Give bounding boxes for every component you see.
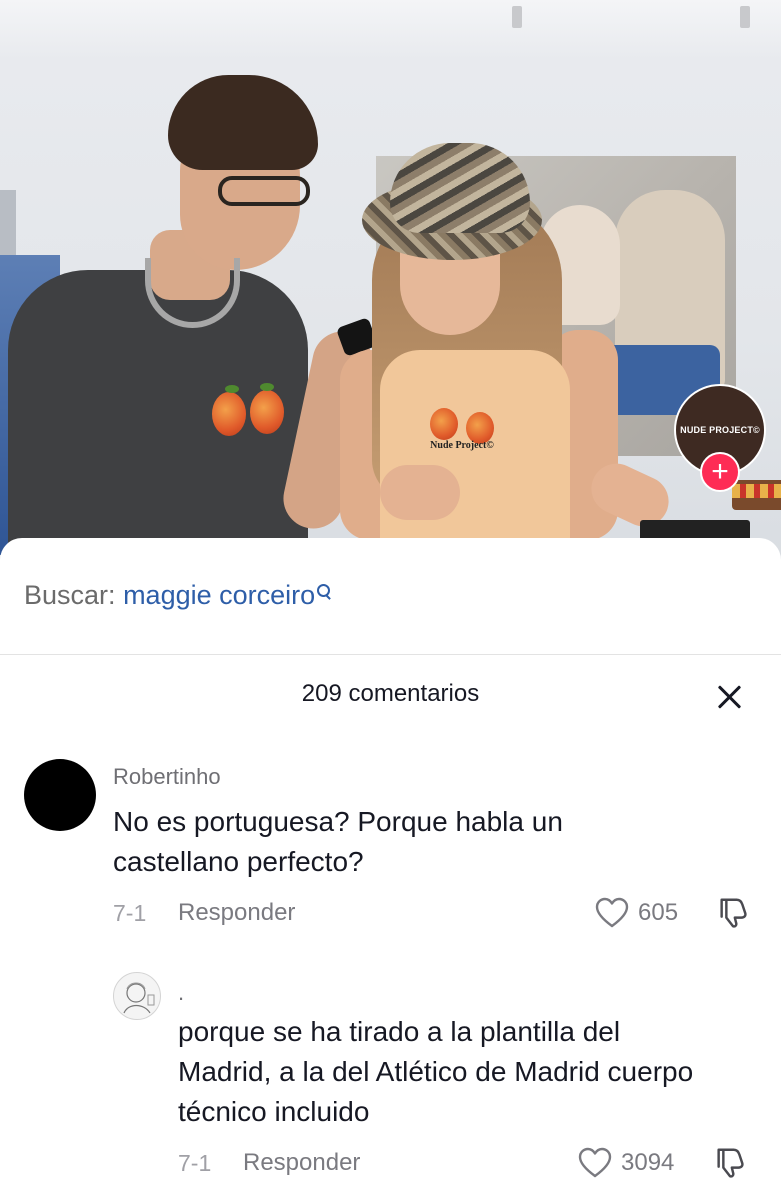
reply-button[interactable]: Responder: [243, 1149, 360, 1177]
comment-username[interactable]: Robertinho: [113, 764, 221, 790]
peach-print: [250, 390, 284, 434]
like-count: 3094: [621, 1149, 675, 1176]
person-man-hair: [168, 75, 318, 170]
thumbs-down-icon[interactable]: [712, 1146, 746, 1178]
shirt-print-text: Nude Project©: [430, 440, 494, 451]
close-icon[interactable]: [712, 680, 746, 714]
search-suggestion[interactable]: Buscar: maggie corceiro: [24, 580, 331, 611]
comment-date: 7-1: [113, 900, 147, 926]
avatar[interactable]: [113, 972, 161, 1020]
ceiling: [0, 0, 781, 60]
person-woman-hand: [380, 465, 460, 520]
peach-leaf: [260, 383, 274, 391]
follow-button[interactable]: +: [700, 452, 740, 492]
bucket-hat: [390, 143, 530, 233]
ceiling-light: [740, 6, 750, 28]
creator-name: NUDE PROJECT©: [680, 425, 760, 435]
peach-print: [430, 408, 458, 440]
comment-date: 7-1: [178, 1150, 212, 1176]
plus-icon: +: [711, 455, 729, 488]
search-prefix: Buscar:: [24, 580, 116, 610]
comment-username[interactable]: .: [178, 980, 184, 1006]
sketch-avatar-image: [123, 982, 155, 1014]
gift-box: [732, 484, 781, 498]
ceiling-light: [512, 6, 522, 28]
video-player[interactable]: Nude Project© NUDE PROJECT© +: [0, 0, 781, 560]
glasses: [218, 176, 310, 206]
comments-count-title: 209 comentarios: [301, 680, 480, 707]
search-icon: [317, 584, 331, 598]
comment-text: No es portuguesa? Porque habla un castel…: [113, 806, 563, 877]
heart-icon[interactable]: [578, 1147, 612, 1179]
like-count: 605: [638, 899, 679, 926]
comment-text: porque se ha tirado a la plantilla del M…: [178, 1016, 694, 1127]
search-term-link[interactable]: maggie corceiro: [123, 580, 315, 610]
avatar[interactable]: [24, 759, 96, 831]
reply-button[interactable]: Responder: [178, 899, 295, 927]
peach-print: [212, 392, 246, 436]
thumbs-down-icon[interactable]: [715, 896, 749, 928]
peach-leaf: [225, 385, 239, 393]
heart-icon[interactable]: [595, 897, 629, 929]
divider: [0, 654, 781, 655]
